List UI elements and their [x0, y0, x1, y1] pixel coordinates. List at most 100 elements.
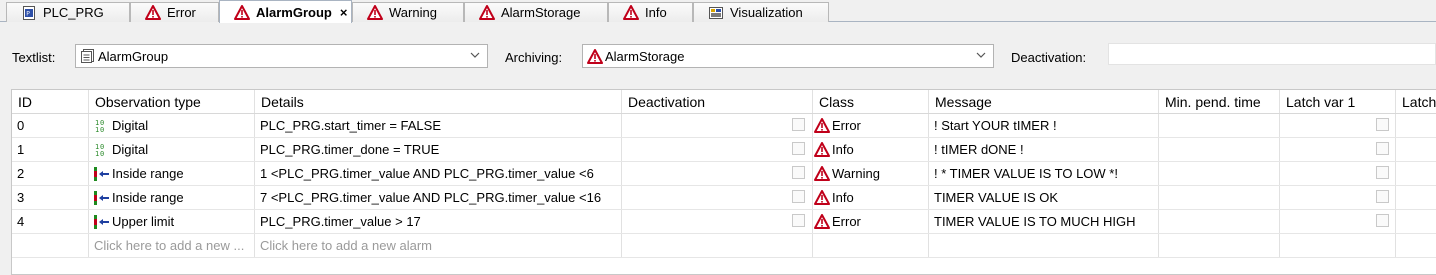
latch-var-1-cell[interactable] [1280, 210, 1396, 233]
archiving-value: AlarmStorage [605, 48, 685, 64]
tab-label: Info [645, 5, 667, 20]
table-row[interactable]: 1 1010 Digital PLC_PRG.timer_done = TRUE… [12, 138, 1436, 162]
column-header-details[interactable]: Details [255, 90, 622, 113]
class-cell[interactable]: Error [813, 114, 929, 137]
latch-var-1-cell[interactable] [1280, 162, 1396, 185]
tab-alarmstorage[interactable]: AlarmStorage [464, 2, 608, 22]
tab-label: Warning [389, 5, 437, 20]
details-cell[interactable]: PLC_PRG.timer_done = TRUE [255, 138, 622, 161]
observation-type-label: Upper limit [112, 214, 175, 229]
column-header-deactivation[interactable]: Deactivation [622, 90, 813, 113]
id-cell: 1 [12, 138, 89, 161]
latch-cell[interactable] [1396, 114, 1436, 137]
observation-type-cell[interactable]: 1010 Digital [89, 114, 255, 137]
latch-checkbox[interactable] [1376, 166, 1389, 179]
column-header-class[interactable]: Class [813, 90, 929, 113]
latch-cell [1396, 234, 1436, 257]
column-header-latch-var-1[interactable]: Latch var 1 [1280, 90, 1396, 113]
deactivation-cell[interactable] [622, 210, 813, 233]
tab-plc-prg[interactable]: P PLC_PRG [6, 2, 130, 22]
textlist-combobox[interactable]: AlarmGroup [75, 44, 488, 68]
message-cell[interactable]: TIMER VALUE IS TO MUCH HIGH [929, 210, 1159, 233]
observation-type-cell[interactable]: Upper limit [89, 210, 255, 233]
column-header-latch[interactable]: Latch [1396, 90, 1436, 113]
table-row[interactable]: 2 Inside range 1 <PLC_PRG.timer_value AN… [12, 162, 1436, 186]
column-header-message[interactable]: Message [929, 90, 1159, 113]
tab-alarmgroup[interactable]: AlarmGroup × [219, 0, 352, 23]
latch-cell[interactable] [1396, 162, 1436, 185]
deactivation-cell [622, 234, 813, 257]
latch-checkbox[interactable] [1376, 118, 1389, 131]
min-pend-time-cell[interactable] [1159, 162, 1280, 185]
details-cell[interactable]: PLC_PRG.timer_value > 17 [255, 210, 622, 233]
observation-type-label: Digital [112, 142, 149, 157]
archiving-combobox[interactable]: AlarmStorage [582, 44, 994, 68]
observation-type-cell[interactable]: Inside range [89, 162, 255, 185]
tab-visualization[interactable]: Visualization [693, 2, 829, 22]
deactivation-cell[interactable] [622, 162, 813, 185]
class-cell[interactable]: Warning [813, 162, 929, 185]
deactivation-cell[interactable] [622, 114, 813, 137]
message-cell[interactable]: ! * TIMER VALUE IS TO LOW *! [929, 162, 1159, 185]
min-pend-time-cell[interactable] [1159, 114, 1280, 137]
column-header-min-pend-time[interactable]: Min. pend. time [1159, 90, 1280, 113]
column-header-id[interactable]: ID [12, 90, 89, 113]
add-alarm-row[interactable]: Click here to add a new ... Click here t… [12, 234, 1436, 258]
close-icon[interactable]: × [340, 5, 348, 20]
chevron-down-icon[interactable] [975, 48, 987, 62]
min-pend-time-cell[interactable] [1159, 210, 1280, 233]
deactivation-input[interactable] [1108, 43, 1436, 65]
alarm-class-icon [814, 190, 830, 206]
details-cell[interactable]: 7 <PLC_PRG.timer_value AND PLC_PRG.timer… [255, 186, 622, 209]
message-cell[interactable]: ! tIMER dONE ! [929, 138, 1159, 161]
digital-icon: 1010 [94, 118, 110, 134]
latch-checkbox[interactable] [1376, 214, 1389, 227]
latch-cell[interactable] [1396, 210, 1436, 233]
tab-info[interactable]: Info [608, 2, 693, 22]
details-cell[interactable]: 1 <PLC_PRG.timer_value AND PLC_PRG.timer… [255, 162, 622, 185]
alarm-class-icon [145, 5, 161, 21]
deactivation-checkbox[interactable] [792, 166, 805, 179]
tab-error[interactable]: Error [130, 2, 219, 22]
details-cell[interactable]: PLC_PRG.start_timer = FALSE [255, 114, 622, 137]
latch-var-1-cell[interactable] [1280, 138, 1396, 161]
deactivation-cell[interactable] [622, 138, 813, 161]
deactivation-checkbox[interactable] [792, 214, 805, 227]
deactivation-checkbox[interactable] [792, 142, 805, 155]
deactivation-cell[interactable] [622, 186, 813, 209]
column-header-observation-type[interactable]: Observation type [89, 90, 255, 113]
table-row[interactable]: 0 1010 Digital PLC_PRG.start_timer = FAL… [12, 114, 1436, 138]
class-label: Info [832, 190, 854, 205]
table-row[interactable]: 4 Upper limit PLC_PRG.timer_value > 17 E… [12, 210, 1436, 234]
class-cell[interactable]: Info [813, 138, 929, 161]
min-pend-time-cell[interactable] [1159, 138, 1280, 161]
message-cell[interactable]: TIMER VALUE IS OK [929, 186, 1159, 209]
alarm-storage-icon [587, 48, 603, 64]
observation-type-cell[interactable]: 1010 Digital [89, 138, 255, 161]
tab-warning[interactable]: Warning [352, 2, 464, 22]
class-cell[interactable]: Error [813, 210, 929, 233]
min-pend-time-cell[interactable] [1159, 186, 1280, 209]
deactivation-checkbox[interactable] [792, 190, 805, 203]
id-cell: 3 [12, 186, 89, 209]
latch-cell[interactable] [1396, 138, 1436, 161]
message-cell[interactable]: ! Start YOUR tIMER ! [929, 114, 1159, 137]
table-row[interactable]: 3 Inside range 7 <PLC_PRG.timer_value AN… [12, 186, 1436, 210]
alarm-table: ID Observation type Details Deactivation… [11, 89, 1436, 275]
deactivation-checkbox[interactable] [792, 118, 805, 131]
textlist-label: Textlist: [12, 50, 56, 65]
tab-label: AlarmStorage [501, 5, 581, 20]
chevron-down-icon[interactable] [469, 48, 481, 62]
latch-var-1-cell[interactable] [1280, 114, 1396, 137]
add-alarm-placeholder[interactable]: Click here to add a new alarm [255, 234, 622, 257]
min-pend-time-cell [1159, 234, 1280, 257]
latch-checkbox[interactable] [1376, 190, 1389, 203]
latch-cell[interactable] [1396, 186, 1436, 209]
observation-type-cell[interactable]: Inside range [89, 186, 255, 209]
add-observation-type-placeholder[interactable]: Click here to add a new ... [89, 234, 255, 257]
latch-checkbox[interactable] [1376, 142, 1389, 155]
tab-label: PLC_PRG [43, 5, 104, 20]
svg-text:1: 1 [95, 150, 99, 157]
class-cell[interactable]: Info [813, 186, 929, 209]
latch-var-1-cell[interactable] [1280, 186, 1396, 209]
